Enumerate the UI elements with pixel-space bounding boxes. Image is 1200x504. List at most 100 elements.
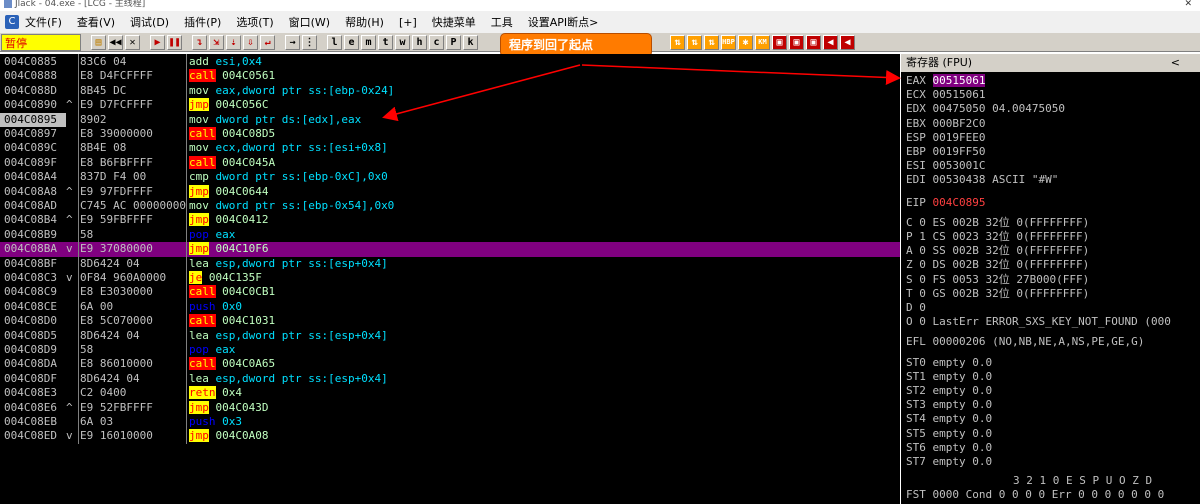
plugin-icon-9[interactable]: ▣: [806, 34, 821, 50]
fpu-row[interactable]: ST1 empty 0.0: [906, 370, 992, 384]
disasm-row[interactable]: 004C08DF 8D6424 04 lea esp,dword ptr ss:[e…: [0, 372, 900, 386]
plugin-icon-10[interactable]: ◀: [823, 34, 838, 50]
disasm-row[interactable]: 004C0897 E8 39000000 call 004C08D5: [0, 127, 900, 141]
menu-item[interactable]: 快捷菜单: [432, 16, 476, 29]
register-row[interactable]: EDX 00475050 04.00475050: [906, 102, 1065, 116]
disasm-row[interactable]: 004C08BA v E9 37080000 jmp 004C10F6: [0, 242, 900, 257]
plugin-icon-8[interactable]: ▣: [789, 34, 804, 50]
menu-item[interactable]: [+]: [399, 16, 417, 29]
column-separator[interactable]: [78, 54, 79, 444]
flag-row[interactable]: Z 0 DS 002B 32位 0(FFFFFFFF): [906, 258, 1089, 272]
flag-row[interactable]: A 0 SS 002B 32位 0(FFFFFFFF): [906, 244, 1089, 258]
collapse-icon[interactable]: <: [1171, 54, 1180, 72]
plugin-icon-7[interactable]: ▣: [772, 34, 787, 50]
flag-row[interactable]: C 0 ES 002B 32位 0(FFFFFFFF): [906, 216, 1089, 230]
plugin-icon-2[interactable]: ⇅: [687, 34, 702, 50]
goto-icon[interactable]: →: [285, 34, 300, 50]
fpu-row[interactable]: ST3 empty 0.0: [906, 398, 992, 412]
restart-icon[interactable]: ◀◀: [108, 34, 123, 50]
disassembly-pane[interactable]: 004C0885 83C6 04 add esi,0x4 004C0888 E8 D4F…: [0, 54, 900, 444]
fpu-row[interactable]: ST4 empty 0.0: [906, 412, 992, 426]
disasm-row[interactable]: 004C08D5 8D6424 04 lea esp,dword ptr ss:[e…: [0, 329, 900, 343]
window-button-h[interactable]: h: [412, 34, 427, 50]
disasm-row[interactable]: 004C0885 83C6 04 add esi,0x4: [0, 55, 900, 69]
hbp-icon[interactable]: HBP: [721, 34, 736, 50]
disasm-row[interactable]: 004C08DA E8 86010000 call 004C0A65: [0, 357, 900, 371]
disasm-row[interactable]: 004C089C 8B4E 08 mov ecx,dword ptr ss:[esi…: [0, 141, 900, 155]
pause-icon[interactable]: ❚❚: [167, 34, 182, 50]
disasm-row[interactable]: 004C08D0 E8 5C070000 call 004C1031: [0, 314, 900, 328]
menu-item[interactable]: 帮助(H): [345, 16, 384, 29]
fpu-row[interactable]: ST2 empty 0.0: [906, 384, 992, 398]
window-button-c[interactable]: c: [429, 34, 444, 50]
register-row[interactable]: EBX 000BF2C0: [906, 117, 985, 131]
disasm-row[interactable]: 004C08C3 v 0F84 960A0000 je 004C135F: [0, 271, 900, 285]
open-icon[interactable]: ▤: [91, 34, 106, 50]
fpu-row[interactable]: ST0 empty 0.0: [906, 356, 992, 370]
window-button-l[interactable]: l: [327, 34, 342, 50]
menu-item[interactable]: 工具: [491, 16, 513, 29]
flag-row[interactable]: O 0 LastErr ERROR_SXS_KEY_NOT_FOUND (000: [906, 315, 1171, 329]
menu-item[interactable]: 文件(F): [25, 16, 62, 29]
window-button-P[interactable]: P: [446, 34, 461, 50]
disasm-row[interactable]: 004C08D9 58 pop eax: [0, 343, 900, 357]
window-button-e[interactable]: e: [344, 34, 359, 50]
window-button-k[interactable]: k: [463, 34, 478, 50]
register-row[interactable]: EBP 0019FF50: [906, 145, 985, 159]
km-icon[interactable]: KM: [755, 34, 770, 50]
trace-into-icon[interactable]: ⇣: [226, 34, 241, 50]
menu-item[interactable]: 窗口(W): [289, 16, 330, 29]
disasm-row[interactable]: 004C088D 8B45 DC mov eax,dword ptr ss:[ebp…: [0, 84, 900, 98]
disasm-row[interactable]: 004C08A4 837D F4 00 cmp dword ptr ss:[ebp-…: [0, 170, 900, 184]
disasm-row[interactable]: 004C08C9 E8 E3030000 call 004C0CB1: [0, 285, 900, 299]
menu-item[interactable]: 选项(T): [236, 16, 273, 29]
disasm-row[interactable]: 004C08B4 ^ E9 59FBFFFF jmp 004C0412: [0, 213, 900, 227]
disasm-row[interactable]: 004C08ED v E9 16010000 jmp 004C0A08: [0, 429, 900, 443]
register-row[interactable]: ECX 00515061: [906, 88, 985, 102]
step-into-icon[interactable]: ↴: [192, 34, 207, 50]
disasm-row[interactable]: 004C0895 8902 mov dword ptr ds:[edx],eax: [0, 112, 900, 127]
efl-row[interactable]: EFL 00000206 (NO,NB,NE,A,NS,PE,GE,G): [906, 335, 1144, 349]
disasm-row[interactable]: 004C08B9 58 pop eax: [0, 228, 900, 242]
ollydbg-icon[interactable]: C: [5, 15, 19, 29]
menu-item[interactable]: 查看(V): [77, 16, 115, 29]
window-button-m[interactable]: m: [361, 34, 376, 50]
register-row[interactable]: EAX 00515061: [906, 74, 986, 88]
disasm-row[interactable]: 004C08A8 ^ E9 97FDFFFF jmp 004C0644: [0, 184, 900, 199]
disasm-row[interactable]: 004C089F E8 B6FBFFFF call 004C045A: [0, 155, 900, 170]
close-debug-icon[interactable]: ✕: [125, 34, 140, 50]
dump-pane[interactable]: [0, 444, 900, 504]
disasm-row[interactable]: 004C08BF 8D6424 04 lea esp,dword ptr ss:[e…: [0, 257, 900, 271]
disasm-row[interactable]: 004C08CE 6A 00 push 0x0: [0, 300, 900, 314]
disasm-row[interactable]: 004C0890 ^ E9 D7FCFFFF jmp 004C056C: [0, 98, 900, 112]
execute-till-return-icon[interactable]: ↵: [260, 34, 275, 50]
register-row[interactable]: EDI 00530438 ASCII "#W": [906, 173, 1058, 187]
register-row-eip[interactable]: EIP 004C0895: [906, 196, 985, 210]
flag-row[interactable]: T 0 GS 002B 32位 0(FFFFFFFF): [906, 287, 1089, 301]
plugin-icon-11[interactable]: ◀: [840, 34, 855, 50]
plugin-icon-1[interactable]: ⇅: [670, 34, 685, 50]
disasm-row[interactable]: 004C08EB 6A 03 push 0x3: [0, 415, 900, 429]
register-row[interactable]: ESP 0019FEE0: [906, 131, 985, 145]
menu-item[interactable]: 插件(P): [184, 16, 221, 29]
disasm-row[interactable]: 004C08AD C745 AC 00000000 mov dword ptr ss…: [0, 199, 900, 213]
bug-icon[interactable]: ✱: [738, 34, 753, 50]
flag-row[interactable]: D 0: [906, 301, 926, 315]
window-button-t[interactable]: t: [378, 34, 393, 50]
registers-pane[interactable]: 寄存器 (FPU) < EAX 00515061 ECX 00515061 EDX…: [901, 54, 1200, 504]
column-separator[interactable]: [186, 54, 187, 444]
plugin-icon-3[interactable]: ⇅: [704, 34, 719, 50]
register-row[interactable]: ESI 0053001C: [906, 159, 985, 173]
fpu-row[interactable]: ST6 empty 0.0: [906, 441, 992, 455]
disasm-row[interactable]: 004C0888 E8 D4FCFFFF call 004C0561: [0, 69, 900, 83]
fpu-row[interactable]: ST7 empty 0.0: [906, 455, 992, 469]
step-over-icon[interactable]: ⇲: [209, 34, 224, 50]
menu-item[interactable]: 设置API断点>: [528, 16, 599, 29]
fpu-row[interactable]: ST5 empty 0.0: [906, 427, 992, 441]
trace-over-icon[interactable]: ⇩: [243, 34, 258, 50]
flag-row[interactable]: S 0 FS 0053 32位 27B000(FFF): [906, 273, 1089, 287]
run-icon[interactable]: ▶: [150, 34, 165, 50]
flag-row[interactable]: P 1 CS 0023 32位 0(FFFFFFFF): [906, 230, 1089, 244]
disasm-row[interactable]: 004C08E6 ^ E9 52FBFFFF jmp 004C043D: [0, 400, 900, 415]
goto-expression-icon[interactable]: ⋮: [302, 34, 317, 50]
